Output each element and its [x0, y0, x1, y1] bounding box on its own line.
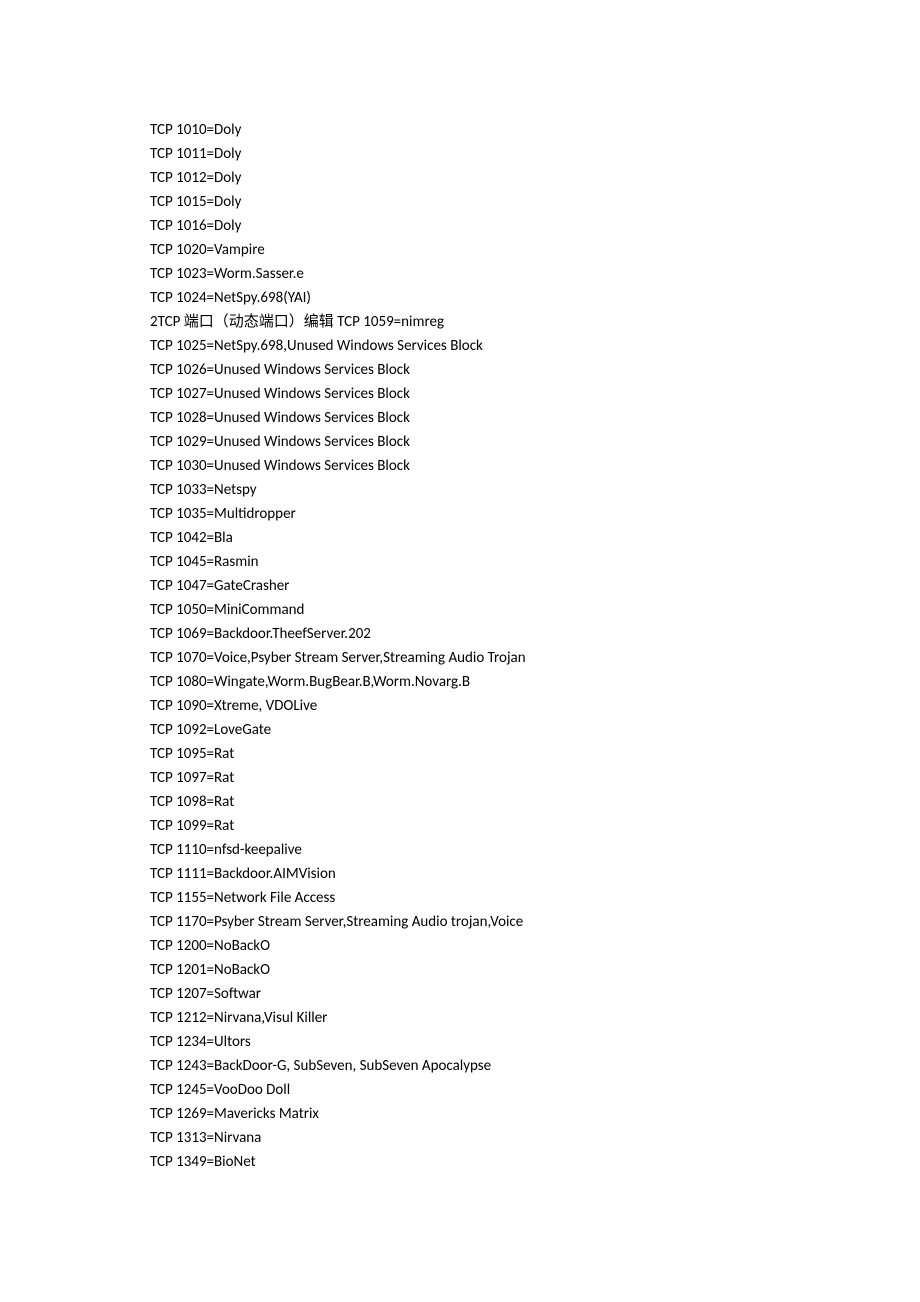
port-entry: TCP 1025=NetSpy.698,Unused Windows Servi… — [150, 334, 820, 358]
port-entry: TCP 1027=Unused Windows Services Block — [150, 382, 820, 406]
port-entry: TCP 1092=LoveGate — [150, 718, 820, 742]
port-entry: TCP 1033=Netspy — [150, 478, 820, 502]
port-entry: TCP 1029=Unused Windows Services Block — [150, 430, 820, 454]
port-entry: TCP 1069=Backdoor.TheefServer.202 — [150, 622, 820, 646]
port-entry: TCP 1095=Rat — [150, 742, 820, 766]
port-entry: TCP 1245=VooDoo Doll — [150, 1078, 820, 1102]
port-entry: TCP 1030=Unused Windows Services Block — [150, 454, 820, 478]
port-entry: TCP 1212=Nirvana,Visul Killer — [150, 1006, 820, 1030]
port-entry: TCP 1042=Bla — [150, 526, 820, 550]
port-entry: TCP 1080=Wingate,Worm.BugBear.B,Worm.Nov… — [150, 670, 820, 694]
port-entry: TCP 1045=Rasmin — [150, 550, 820, 574]
port-entry: TCP 1020=Vampire — [150, 238, 820, 262]
port-entry: TCP 1047=GateCrasher — [150, 574, 820, 598]
port-entry: TCP 1015=Doly — [150, 190, 820, 214]
port-entry: TCP 1023=Worm.Sasser.e — [150, 262, 820, 286]
port-entry: TCP 1070=Voice,Psyber Stream Server,Stre… — [150, 646, 820, 670]
port-entry: TCP 1024=NetSpy.698(YAI) — [150, 286, 820, 310]
port-entry: TCP 1035=Multidropper — [150, 502, 820, 526]
port-entry: TCP 1050=MiniCommand — [150, 598, 820, 622]
port-entry: TCP 1011=Doly — [150, 142, 820, 166]
port-entry: TCP 1269=Mavericks Matrix — [150, 1102, 820, 1126]
port-entry: TCP 1016=Doly — [150, 214, 820, 238]
port-entry: TCP 1234=Ultors — [150, 1030, 820, 1054]
document-page: TCP 1010=Doly TCP 1011=Doly TCP 1012=Dol… — [0, 0, 920, 1174]
port-entry: TCP 1349=BioNet — [150, 1150, 820, 1174]
port-entry: TCP 1313=Nirvana — [150, 1126, 820, 1150]
port-entry: TCP 1098=Rat — [150, 790, 820, 814]
port-entry: TCP 1111=Backdoor.AIMVision — [150, 862, 820, 886]
port-entry: TCP 1028=Unused Windows Services Block — [150, 406, 820, 430]
port-entry: TCP 1243=BackDoor-G, SubSeven, SubSeven … — [150, 1054, 820, 1078]
port-entry: TCP 1097=Rat — [150, 766, 820, 790]
port-entry: TCP 1110=nfsd-keepalive — [150, 838, 820, 862]
port-entry: TCP 1201=NoBackO — [150, 958, 820, 982]
port-entry: TCP 1010=Doly — [150, 118, 820, 142]
port-entry: TCP 1090=Xtreme, VDOLive — [150, 694, 820, 718]
port-entry: TCP 1170=Psyber Stream Server,Streaming … — [150, 910, 820, 934]
port-entry: TCP 1207=Softwar — [150, 982, 820, 1006]
port-entry: TCP 1012=Doly — [150, 166, 820, 190]
port-entry: TCP 1026=Unused Windows Services Block — [150, 358, 820, 382]
port-entry: TCP 1200=NoBackO — [150, 934, 820, 958]
port-entry: 2TCP 端口（动态端口）编辑 TCP 1059=nimreg — [150, 310, 820, 334]
port-entry: TCP 1099=Rat — [150, 814, 820, 838]
port-entry: TCP 1155=Network File Access — [150, 886, 820, 910]
